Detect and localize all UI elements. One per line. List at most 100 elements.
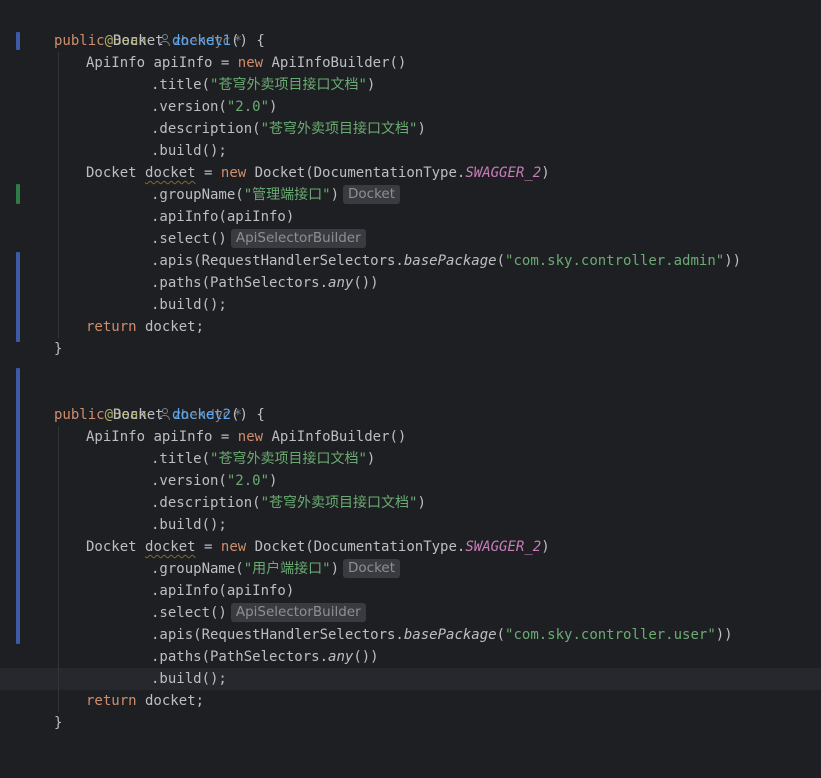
code-text: .version( [151,473,227,489]
code-line[interactable]: .apiInfo(apiInfo) [0,206,821,228]
code-line[interactable]: .title("苍穹外卖项目接口文档") [0,74,821,96]
string-literal: "com.sky.controller.admin" [505,253,725,269]
string-literal: "苍穹外卖项目接口文档" [260,121,418,137]
method-call: basePackage [403,627,497,643]
string-literal: "苍穹外卖项目接口文档" [210,77,367,93]
code-line[interactable]: } [0,338,821,360]
code-text: .build(); [151,143,227,159]
code-text: .paths(PathSelectors. [151,275,329,291]
string-literal: "苍穹外卖项目接口文档" [260,495,418,511]
string-literal: "苍穹外卖项目接口文档" [210,451,367,467]
code-line[interactable]: .version("2.0") [0,470,821,492]
code-line[interactable]: .description("苍穹外卖项目接口文档") [0,118,821,140]
closing-brace: } [54,715,63,731]
type-hint-badge[interactable]: ApiSelectorBuilder [230,229,366,248]
type-hint-badge[interactable]: Docket [343,185,401,204]
code-text: ) [541,539,550,555]
code-line[interactable]: .paths(PathSelectors.any()) [0,646,821,668]
code-text: .apis(RequestHandlerSelectors. [151,627,404,643]
code-text: docket; [136,693,205,709]
code-line[interactable]: @Bean zhendyc * [0,382,821,423]
code-line[interactable]: .version("2.0") [0,96,821,118]
code-text: ) [417,121,426,137]
type-name: ApiInfo [86,429,146,445]
string-literal: "管理端接口" [243,187,331,203]
code-text: ) [541,165,550,181]
code-text: () { [231,33,265,49]
type-name: Docket [86,539,137,555]
code-text: .groupName( [151,187,244,203]
code-line[interactable]: @Bean zhendyc * [0,8,821,49]
code-line[interactable]: .groupName("用户端接口") Docket [0,558,821,580]
keyword: new [220,539,247,555]
method-call: basePackage [403,253,497,269]
code-line[interactable]: .build(); [0,140,821,162]
code-text: ( [496,253,506,269]
code-line[interactable]: .title("苍穹外卖项目接口文档") [0,448,821,470]
closing-brace: } [54,341,63,357]
type-hint-badge[interactable]: Docket [343,559,401,578]
code-line[interactable]: return docket; [0,316,821,338]
code-line[interactable]: .apis(RequestHandlerSelectors.basePackag… [0,624,821,646]
code-line[interactable]: ApiInfo apiInfo = new ApiInfoBuilder() [0,52,821,74]
keyword: new [237,429,264,445]
code-text: = [212,429,238,445]
code-line[interactable]: Docket docket = new Docket(Documentation… [0,536,821,558]
code-text: ) [330,561,340,577]
type-name: ApiInfo [86,55,146,71]
code-text: )) [724,253,742,269]
code-line[interactable]: public Docket docket2() { [0,404,821,426]
code-line[interactable]: .paths(PathSelectors.any()) [0,272,821,294]
code-line[interactable]: .groupName("管理端接口") Docket [0,184,821,206]
code-line[interactable]: .select() ApiSelectorBuilder [0,602,821,624]
string-literal: "2.0" [226,99,270,115]
code-text: .description( [151,121,261,137]
code-text: = [195,539,221,555]
code-text: ) [269,99,278,115]
code-line[interactable]: .select() ApiSelectorBuilder [0,228,821,250]
code-line[interactable]: .build(); [0,668,821,690]
code-text: Docket(DocumentationType. [254,539,466,555]
string-literal: "com.sky.controller.user" [505,627,716,643]
code-line[interactable]: return docket; [0,690,821,712]
code-text: = [195,165,221,181]
code-text: ) [417,495,426,511]
keyword: new [237,55,264,71]
variable-name: docket [145,165,196,181]
code-line[interactable]: public Docket docket1() { [0,30,821,52]
code-line[interactable]: .description("苍穹外卖项目接口文档") [0,492,821,514]
code-text: ( [496,627,506,643]
code-line[interactable]: .apis(RequestHandlerSelectors.basePackag… [0,250,821,272]
code-line[interactable]: Docket docket = new Docket(Documentation… [0,162,821,184]
code-text: .groupName( [151,561,244,577]
code-line[interactable]: .build(); [0,514,821,536]
code-text: .build(); [151,671,227,687]
method-call: any [328,275,354,291]
code-line[interactable]: .apiInfo(apiInfo) [0,580,821,602]
code-text: ()) [353,649,379,665]
code-text: .build(); [151,297,227,313]
string-literal: "用户端接口" [243,561,331,577]
code-text: ()) [353,275,379,291]
code-line[interactable]: } [0,712,821,734]
code-text: ApiInfoBuilder() [271,429,407,445]
code-text: ApiInfoBuilder() [271,55,407,71]
code-line[interactable]: ApiInfo apiInfo = new ApiInfoBuilder() [0,426,821,448]
code-editor[interactable]: @Bean zhendyc * public Docket docket1() {… [0,0,821,743]
variable-name: docket [145,539,196,555]
keyword: return [86,693,137,709]
code-line[interactable]: .build(); [0,294,821,316]
code-text: .version( [151,99,227,115]
method-name: docket2 [172,407,232,423]
code-text: Docket(DocumentationType. [254,165,466,181]
method-call: any [328,649,354,665]
code-text: .apiInfo(apiInfo) [151,209,295,225]
code-text: .title( [151,451,211,467]
code-text: .build(); [151,517,227,533]
constant: SWAGGER_2 [465,539,542,555]
code-text: ) [366,77,376,93]
type-hint-badge[interactable]: ApiSelectorBuilder [230,603,366,622]
code-text: .apis(RequestHandlerSelectors. [151,253,404,269]
type-name: Docket [113,33,164,49]
constant: SWAGGER_2 [465,165,542,181]
